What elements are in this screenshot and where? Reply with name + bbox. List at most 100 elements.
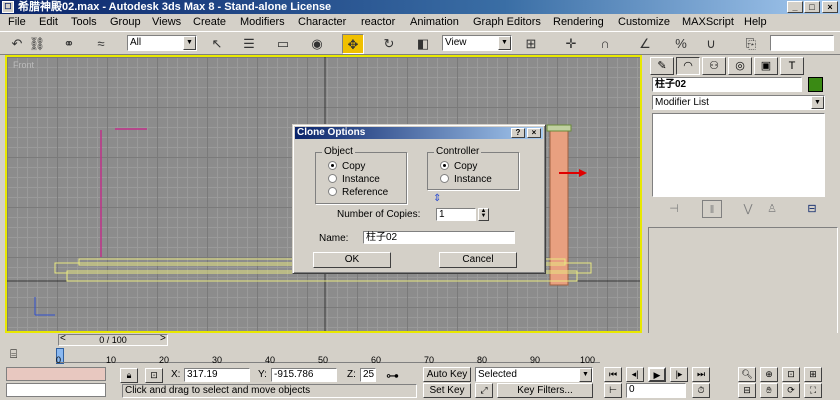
key-mode-toggle-icon[interactable]: ⊢ xyxy=(604,383,622,398)
object-name-field[interactable]: 柱子02 xyxy=(652,77,802,92)
select-and-link-icon[interactable]: ⛓ xyxy=(26,34,48,54)
go-to-end-icon[interactable]: ⏭ xyxy=(692,367,710,382)
set-key-icon[interactable]: ⤢ xyxy=(475,383,493,398)
object-copy-radio[interactable]: Copy xyxy=(328,161,365,172)
modifier-stack[interactable] xyxy=(652,113,825,197)
maximize-viewport-icon[interactable]: ⛶ xyxy=(804,383,822,398)
make-unique-icon[interactable]: ⋁ xyxy=(738,200,758,218)
object-instance-radio[interactable]: Instance xyxy=(328,174,380,185)
current-frame-field[interactable]: 0 xyxy=(626,383,686,398)
window-crossing-icon[interactable]: ◉ xyxy=(306,34,328,54)
menu-reactor[interactable]: reactor xyxy=(361,16,395,28)
y-coordinate-field[interactable]: -915.786 xyxy=(271,368,337,382)
maximize-button[interactable]: □ xyxy=(804,1,820,13)
zoom-extents-icon[interactable]: ⊡ xyxy=(782,367,800,382)
lock-selection-icon[interactable]: 🔒︎ xyxy=(120,368,138,383)
modify-tab-icon[interactable]: ◠ xyxy=(676,57,700,75)
time-slider-left-arrow[interactable]: < xyxy=(60,333,66,344)
help-button[interactable]: ? xyxy=(511,128,525,138)
track-bar[interactable]: 0 10 20 30 40 50 60 70 80 90 100 xyxy=(56,349,600,365)
configure-modifier-sets-icon[interactable]: ⊟ xyxy=(802,200,822,218)
menu-rendering[interactable]: Rendering xyxy=(553,16,604,28)
menu-views[interactable]: Views xyxy=(152,16,181,28)
object-reference-radio[interactable]: Reference xyxy=(328,187,388,198)
select-by-name-icon[interactable]: ☰ xyxy=(238,34,260,54)
close-button[interactable]: × xyxy=(822,1,838,13)
named-selection-set-field[interactable] xyxy=(770,35,834,51)
select-and-rotate-icon[interactable]: ↻ xyxy=(378,34,400,54)
undo-icon[interactable]: ↶ xyxy=(6,34,28,54)
show-end-result-icon[interactable]: ‖ xyxy=(702,200,722,218)
menu-modifiers[interactable]: Modifiers xyxy=(240,16,285,28)
track-bar-icon[interactable]: ⌸ xyxy=(10,347,17,362)
display-tab-icon[interactable]: ▣ xyxy=(754,57,778,75)
time-slider-right-arrow[interactable]: > xyxy=(160,333,166,344)
set-key-button[interactable]: Set Key xyxy=(423,383,471,398)
app-icon[interactable]: ☐ xyxy=(2,1,14,13)
selection-filter-dropdown[interactable]: All ▼ xyxy=(127,35,197,51)
key-filters-button[interactable]: Key Filters... xyxy=(497,383,593,398)
controller-instance-radio[interactable]: Instance xyxy=(440,174,492,185)
remove-modifier-icon[interactable]: ♙ xyxy=(762,200,782,218)
previous-frame-icon[interactable]: ◂| xyxy=(626,367,644,382)
zoom-icon[interactable]: 🔍︎ xyxy=(738,367,756,382)
menu-tools[interactable]: Tools xyxy=(71,16,97,28)
time-configuration-icon[interactable]: ⏱ xyxy=(692,383,710,398)
pan-icon[interactable]: ✋︎ xyxy=(760,383,778,398)
menu-help[interactable]: Help xyxy=(744,16,767,28)
menu-customize[interactable]: Customize xyxy=(618,16,670,28)
snap-3d-icon[interactable]: ∩ xyxy=(594,34,616,54)
percent-snap-icon[interactable]: % xyxy=(670,34,692,54)
unlink-icon[interactable]: ⚭ xyxy=(58,34,80,54)
select-and-scale-icon[interactable]: ◧ xyxy=(412,34,434,54)
minimize-button[interactable]: _ xyxy=(787,1,803,13)
menu-character[interactable]: Character xyxy=(298,16,346,28)
zoom-extents-all-icon[interactable]: ⊞ xyxy=(804,367,822,382)
select-and-move-icon[interactable]: ✥ xyxy=(342,34,364,54)
cancel-button[interactable]: Cancel xyxy=(439,252,517,268)
key-mode-dropdown[interactable]: Selected ▼ xyxy=(475,367,593,382)
key-icon[interactable]: ⊶ xyxy=(386,368,399,384)
go-to-start-icon[interactable]: ⏮ xyxy=(604,367,622,382)
hierarchy-tab-icon[interactable]: ⚇ xyxy=(702,57,726,75)
spinner-snap-icon[interactable]: ∪ xyxy=(700,34,722,54)
menu-maxscript[interactable]: MAXScript xyxy=(682,16,734,28)
clone-name-input[interactable]: 柱子02 xyxy=(363,231,515,244)
select-object-icon[interactable]: ↖ xyxy=(206,34,228,54)
angle-snap-icon[interactable]: ∠ xyxy=(634,34,656,54)
z-coordinate-field[interactable]: 25 xyxy=(360,368,376,382)
auto-key-button[interactable]: Auto Key xyxy=(423,367,471,382)
time-slider[interactable]: 0 / 100 xyxy=(58,334,168,346)
reference-coord-dropdown[interactable]: View ▼ xyxy=(442,35,512,51)
menu-animation[interactable]: Animation xyxy=(410,16,459,28)
object-color-swatch[interactable] xyxy=(808,77,823,92)
pin-stack-icon[interactable]: ⊣ xyxy=(664,200,684,218)
motion-tab-icon[interactable]: ◎ xyxy=(728,57,752,75)
dialog-close-button[interactable]: × xyxy=(527,128,541,138)
select-manipulate-icon[interactable]: ✛ xyxy=(560,34,582,54)
utilities-tab-icon[interactable]: T xyxy=(780,57,804,75)
ok-button[interactable]: OK xyxy=(313,252,391,268)
create-tab-icon[interactable]: ✎ xyxy=(650,57,674,75)
menu-file[interactable]: File xyxy=(8,16,26,28)
maxscript-listener-field[interactable] xyxy=(6,367,106,381)
modifier-list-dropdown[interactable]: Modifier List ▼ xyxy=(652,95,825,110)
next-frame-icon[interactable]: |▸ xyxy=(670,367,688,382)
x-coordinate-field[interactable]: 317.19 xyxy=(184,368,250,382)
menu-edit[interactable]: Edit xyxy=(39,16,58,28)
arc-rotate-icon[interactable]: ⟳ xyxy=(782,383,800,398)
controller-copy-radio[interactable]: Copy xyxy=(440,161,477,172)
absolute-mode-icon[interactable]: ⊡ xyxy=(145,368,163,383)
menu-graph-editors[interactable]: Graph Editors xyxy=(473,16,541,28)
play-icon[interactable]: ▶ xyxy=(648,367,666,382)
menu-group[interactable]: Group xyxy=(110,16,141,28)
pivot-center-icon[interactable]: ⊞ xyxy=(520,34,542,54)
maxscript-output-field[interactable] xyxy=(6,383,106,397)
rectangle-selection-icon[interactable]: ▭ xyxy=(272,34,294,54)
named-selection-icon[interactable]: ⎘ xyxy=(740,34,762,54)
number-of-copies-input[interactable]: 1 xyxy=(436,208,476,221)
copies-spinner-icon[interactable]: ▲ ▼ xyxy=(478,208,489,221)
region-zoom-icon[interactable]: ⊟ xyxy=(738,383,756,398)
menu-create[interactable]: Create xyxy=(193,16,226,28)
zoom-all-icon[interactable]: ⊕ xyxy=(760,367,778,382)
